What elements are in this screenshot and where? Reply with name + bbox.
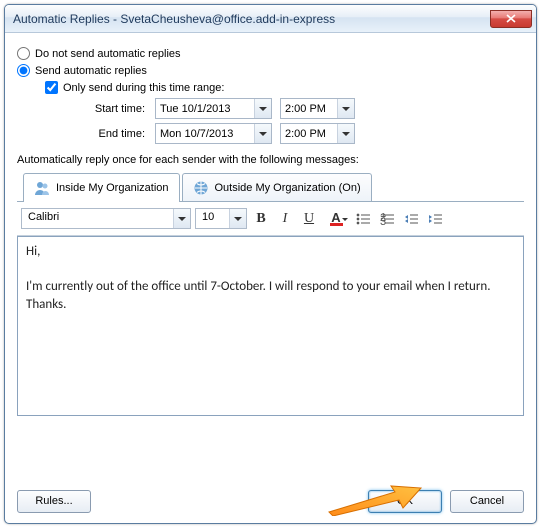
end-time-input[interactable] (281, 124, 337, 143)
font-name-value: Calibri (22, 209, 173, 228)
start-time-input[interactable] (281, 99, 337, 118)
font-name-combo[interactable]: Calibri (21, 208, 191, 229)
bold-button[interactable]: B (251, 209, 271, 229)
content-area: Do not send automatic replies Send autom… (5, 33, 536, 424)
chevron-down-icon[interactable] (337, 124, 354, 143)
tab-outside-label: Outside My Organization (On) (215, 182, 361, 194)
font-size-combo[interactable]: 10 (195, 208, 247, 229)
indent-icon (428, 213, 442, 225)
svg-text:3: 3 (380, 216, 386, 225)
number-list-button[interactable]: 123 (377, 209, 397, 229)
end-date-combo[interactable] (155, 123, 272, 144)
radio-dont-send-input[interactable] (17, 47, 30, 60)
checkbox-only-range-input[interactable] (45, 81, 58, 94)
end-time-combo[interactable] (280, 123, 355, 144)
tab-inside-label: Inside My Organization (56, 182, 169, 194)
italic-button[interactable]: I (275, 209, 295, 229)
end-time-label: End time: (77, 128, 145, 140)
chevron-down-icon[interactable] (254, 124, 271, 143)
bullet-list-button[interactable] (353, 209, 373, 229)
close-button[interactable] (490, 10, 532, 28)
radio-dont-send-label: Do not send automatic replies (35, 48, 181, 60)
bullet-list-icon (356, 213, 370, 225)
close-icon (506, 14, 516, 23)
ok-button[interactable]: OK (368, 490, 442, 513)
start-time-label: Start time: (77, 103, 145, 115)
checkbox-only-range[interactable]: Only send during this time range: (45, 81, 524, 94)
radio-send-input[interactable] (17, 64, 30, 77)
tab-inside-org[interactable]: Inside My Organization (23, 173, 180, 202)
window-title: Automatic Replies - SvetaCheusheva@offic… (13, 12, 490, 26)
footer: Rules... OK Cancel (17, 490, 524, 513)
auto-reply-text: Automatically reply once for each sender… (17, 154, 524, 166)
tab-outside-org[interactable]: Outside My Organization (On) (182, 173, 372, 201)
radio-dont-send[interactable]: Do not send automatic replies (17, 47, 524, 60)
number-list-icon: 123 (380, 213, 394, 225)
people-icon (34, 180, 50, 196)
checkbox-only-range-label: Only send during this time range: (63, 82, 224, 94)
end-date-input[interactable] (156, 124, 254, 143)
chevron-down-icon[interactable] (254, 99, 271, 118)
radio-send[interactable]: Send automatic replies (17, 64, 524, 77)
format-toolbar: Calibri 10 B I U A 123 (17, 202, 524, 236)
outdent-icon (404, 213, 418, 225)
chevron-down-icon[interactable] (337, 99, 354, 118)
start-date-combo[interactable] (155, 98, 272, 119)
indent-button[interactable] (425, 209, 445, 229)
end-time-row: End time: (77, 123, 524, 144)
radio-send-label: Send automatic replies (35, 65, 147, 77)
font-size-value: 10 (196, 209, 229, 228)
start-date-input[interactable] (156, 99, 254, 118)
rules-button[interactable]: Rules... (17, 490, 91, 513)
chevron-down-icon[interactable] (229, 209, 246, 228)
tabs: Inside My Organization Outside My Organi… (17, 172, 524, 202)
underline-button[interactable]: U (299, 209, 319, 229)
dialog-window: Automatic Replies - SvetaCheusheva@offic… (4, 4, 537, 524)
globe-icon (193, 180, 209, 196)
outdent-button[interactable] (401, 209, 421, 229)
start-time-row: Start time: (77, 98, 524, 119)
message-editor[interactable]: Hi, I'm currently out of the office unti… (17, 236, 524, 416)
cancel-button[interactable]: Cancel (450, 490, 524, 513)
start-time-combo[interactable] (280, 98, 355, 119)
font-color-button[interactable]: A (323, 209, 349, 229)
chevron-down-icon[interactable] (173, 209, 190, 228)
titlebar: Automatic Replies - SvetaCheusheva@offic… (5, 5, 536, 33)
